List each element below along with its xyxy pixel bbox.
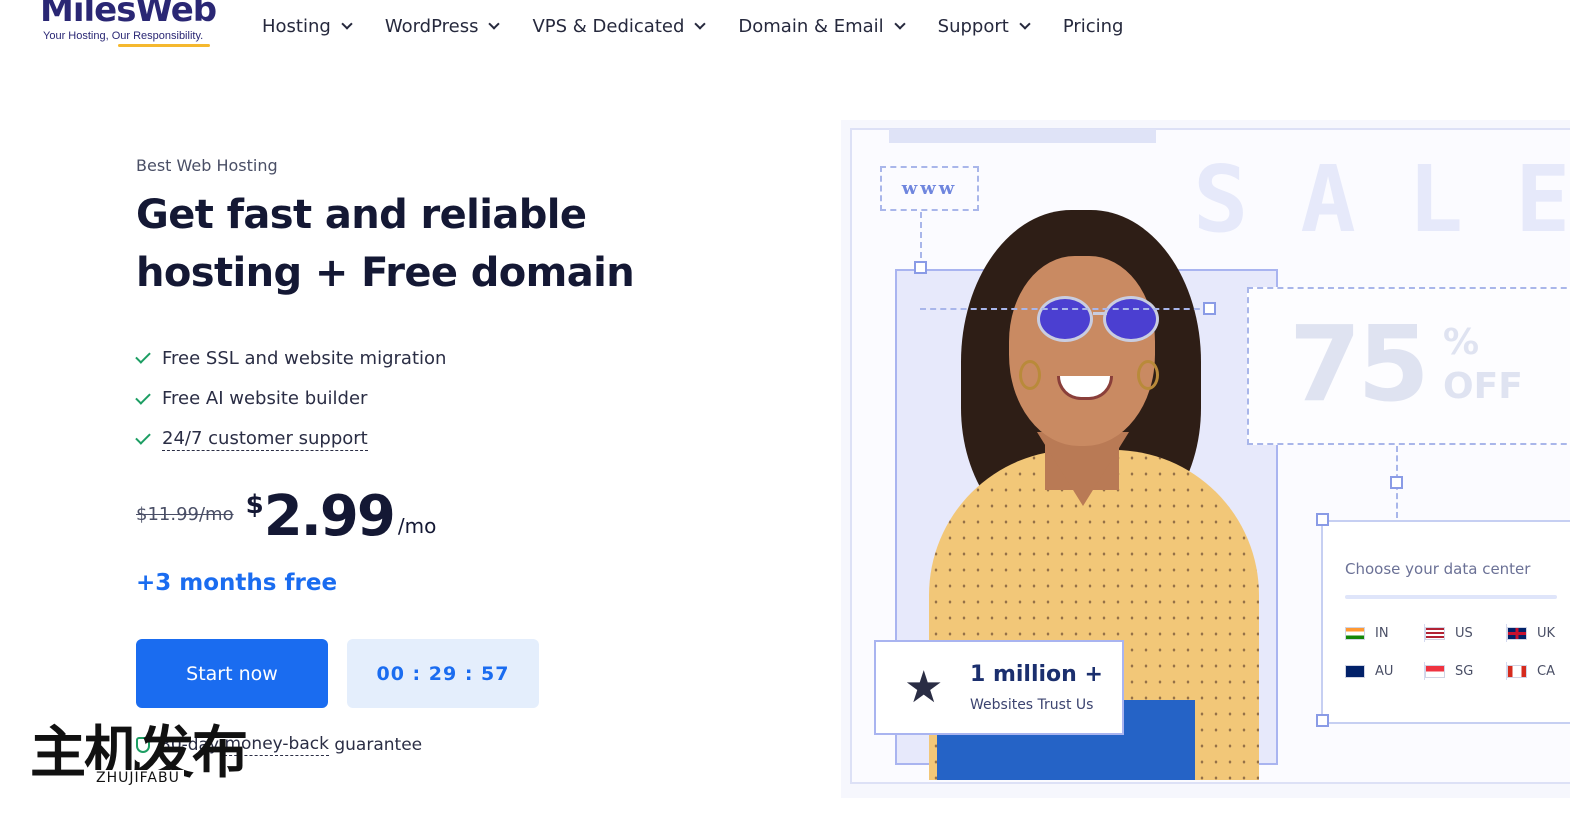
data-center-code: UK [1537,625,1556,641]
nav-wordpress[interactable]: WordPress [384,13,501,39]
feature-list: Free SSL and website migration Free AI w… [135,338,447,460]
chevron-down-icon [341,18,353,30]
sunglasses-left-icon [1037,296,1093,342]
discount-percent: % [1443,322,1480,363]
feature-item: 24/7 customer support [135,419,446,460]
feature-item: Free AI website builder [135,379,446,420]
india-flag-icon [1345,626,1365,640]
nav-hosting-label: Hosting [262,15,331,37]
trust-badge: ★ 1 million + Websites Trust Us [874,640,1124,735]
price-currency: $ [245,490,264,520]
feature-text: Free SSL and website migration [162,347,447,369]
nav-domain-label: Domain & Email [738,15,884,37]
data-center-code: CA [1537,663,1555,679]
logo-wordmark: MilesWeb [40,0,217,30]
trophy-star-icon: ★ [904,663,944,712]
main-nav: Hosting WordPress VPS & Dedicated Domain… [262,13,1157,39]
australia-flag-icon [1345,664,1365,678]
trust-count: 1 million + [970,662,1103,687]
sale-text: SALE [1193,146,1570,253]
sunglasses-right-icon [1103,296,1159,342]
selection-handle [1390,476,1403,489]
nav-support-label: Support [937,15,1009,37]
chevron-down-icon [893,18,906,30]
discount-word: OFF [1443,366,1523,407]
price-row: $11.99/mo $ 2.99 /mo [136,484,436,550]
logo[interactable]: MilesWeb Your Hosting, Our Responsibilit… [40,0,220,47]
banner-topbar [889,129,1156,143]
selection-handle [914,261,927,274]
logo-tagline: Your Hosting, Our Responsibility. [43,30,204,42]
uk-flag-icon [1507,626,1527,640]
chevron-down-icon [1019,18,1031,30]
nav-pricing[interactable]: Pricing [1063,13,1124,39]
data-center-uk[interactable]: UK [1507,624,1570,642]
data-center-code: SG [1455,663,1474,679]
countdown-timer: 00 : 29 : 57 [347,639,539,708]
selection-handle [1316,714,1329,727]
start-now-button[interactable]: Start now [136,639,328,708]
nav-support[interactable]: Support [937,13,1031,39]
data-center-card: Choose your data center IN US UK AU SG C… [1321,520,1570,724]
watermark-en: ZHUJIFABU [92,770,184,786]
selection-handle [1203,302,1216,315]
watermark: 主机发布 ZHUJIFABU [30,722,248,786]
nav-hosting[interactable]: Hosting [262,13,353,39]
data-center-grid: IN US UK AU SG CA [1345,624,1570,680]
singapore-flag-icon [1425,664,1445,678]
logo-underline [118,44,210,47]
price-amount: 2.99 [263,484,396,549]
guarantee-suffix: guarantee [334,735,423,755]
chevron-down-icon [694,18,707,30]
hero-banner: www SALE 75 % OFF Choose your data cente… [841,120,1570,798]
trust-label: Websites Trust Us [970,697,1094,713]
discount-box: 75 % OFF [1247,287,1570,445]
feature-text: Free AI website builder [162,388,368,410]
selection-handle [1316,513,1329,526]
data-center-code: US [1455,625,1473,641]
discount-number: 75 [1289,303,1430,425]
data-center-bar [1345,595,1557,599]
data-center-code: AU [1375,663,1394,679]
old-price: $11.99/mo [136,504,234,525]
data-center-title: Choose your data center [1345,560,1531,578]
data-center-us[interactable]: US [1425,624,1507,642]
nav-pricing-label: Pricing [1062,15,1124,37]
data-center-ca[interactable]: CA [1507,662,1570,680]
check-icon [135,388,151,405]
canada-flag-icon [1507,664,1527,678]
data-center-au[interactable]: AU [1345,662,1425,680]
bonus-offer: +3 months free [136,570,338,596]
www-tag: www [880,166,979,211]
headline-line-1: Get fast and reliable [136,192,587,238]
chevron-down-icon [488,18,501,30]
person-face [1009,256,1155,446]
data-center-code: IN [1375,625,1389,641]
feature-item: Free SSL and website migration [135,338,447,379]
hero-eyebrow: Best Web Hosting [136,156,278,175]
nav-wordpress-label: WordPress [384,15,479,37]
usa-flag-icon [1425,626,1445,640]
data-center-in[interactable]: IN [1345,624,1425,642]
guide-line [920,308,1210,310]
check-icon [135,429,151,446]
hero-headline: Get fast and reliable hosting + Free dom… [136,186,696,302]
nav-vps-dedicated[interactable]: VPS & Dedicated [532,13,707,39]
data-center-sg[interactable]: SG [1425,662,1507,680]
sunglasses-bridge [1093,312,1107,315]
check-icon [135,348,151,365]
earring-icon [1137,360,1159,390]
nav-vps-label: VPS & Dedicated [532,15,685,37]
headline-line-2: hosting + Free domain [136,250,635,296]
nav-domain-email[interactable]: Domain & Email [738,13,906,39]
support-tooltip-trigger[interactable]: 24/7 customer support [162,428,368,451]
earring-icon [1019,360,1041,390]
price-period: /mo [397,514,437,538]
